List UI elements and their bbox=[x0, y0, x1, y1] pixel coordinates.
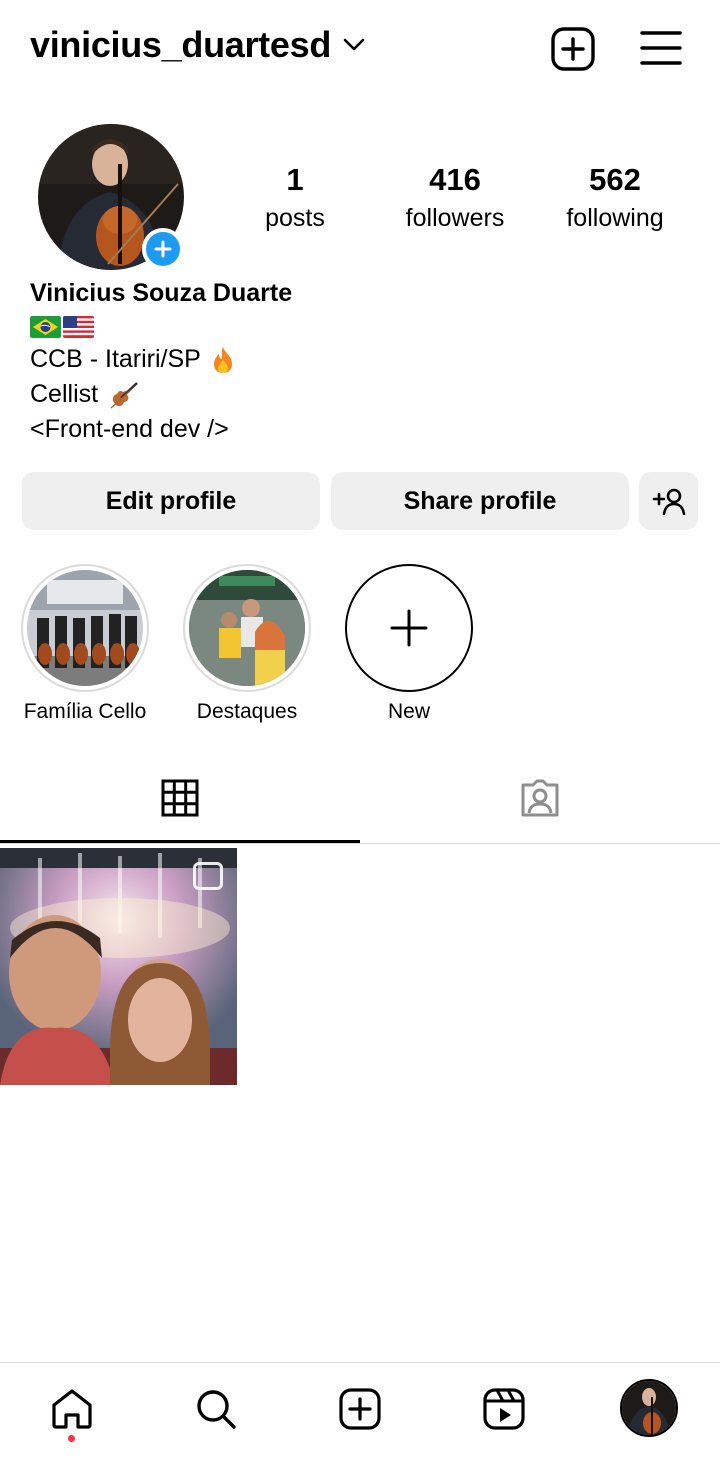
posts-count: 1 bbox=[286, 162, 304, 197]
add-story-icon[interactable] bbox=[142, 228, 184, 270]
highlight-label: New bbox=[387, 700, 430, 723]
chevron-down-icon[interactable] bbox=[343, 38, 365, 57]
highlight-cover bbox=[189, 570, 305, 686]
edit-profile-button[interactable]: Edit profile bbox=[22, 472, 320, 530]
following-label: following bbox=[566, 204, 664, 232]
nav-search[interactable] bbox=[192, 1385, 240, 1433]
bottom-nav bbox=[0, 1362, 720, 1464]
bio-line-role: Cellist bbox=[30, 377, 690, 412]
bio-location-text: CCB - Itariri/SP bbox=[30, 345, 201, 373]
share-profile-button[interactable]: Share profile bbox=[331, 472, 629, 530]
add-person-icon bbox=[652, 488, 685, 515]
posts-label: posts bbox=[265, 204, 325, 232]
followers-label: followers bbox=[405, 204, 505, 232]
username[interactable]: vinicius_duartesd bbox=[30, 24, 331, 66]
violin-icon bbox=[110, 382, 138, 409]
highlight-new[interactable]: New bbox=[345, 564, 473, 724]
highlight-cover bbox=[27, 570, 143, 686]
highlight-ring bbox=[183, 564, 311, 692]
followers-count: 416 bbox=[429, 162, 481, 197]
display-name: Vinicius Souza Duarte bbox=[30, 279, 293, 307]
nav-profile[interactable] bbox=[620, 1379, 678, 1437]
brazil-flag-icon bbox=[30, 316, 61, 338]
home-icon bbox=[52, 1389, 92, 1429]
tab-divider bbox=[0, 843, 720, 844]
bio-role-text: Cellist bbox=[30, 380, 99, 408]
highlight-label: Família Cello bbox=[23, 700, 147, 723]
following-count: 562 bbox=[589, 162, 641, 197]
usa-flag-icon bbox=[63, 316, 94, 338]
menu-icon[interactable] bbox=[640, 28, 682, 73]
highlight-destaques[interactable]: Destaques bbox=[183, 564, 311, 724]
multi-post-icon bbox=[193, 862, 223, 890]
top-bar: vinicius_duartesd bbox=[0, 0, 720, 100]
search-icon bbox=[197, 1390, 236, 1429]
create-icon bbox=[339, 1388, 381, 1430]
tab-tagged[interactable] bbox=[360, 752, 720, 844]
profile-avatar[interactable] bbox=[38, 124, 184, 270]
reels-icon bbox=[483, 1388, 525, 1430]
tab-posts-grid[interactable] bbox=[0, 752, 360, 844]
followers-stat[interactable]: 416 followers bbox=[380, 162, 530, 234]
highlight-familia-cello[interactable]: Família Cello bbox=[21, 564, 149, 724]
nav-create[interactable] bbox=[336, 1385, 384, 1433]
profile-avatar-icon bbox=[622, 1381, 676, 1435]
nav-reels[interactable] bbox=[480, 1385, 528, 1433]
bio-line-dev: <Front-end dev /> bbox=[30, 415, 229, 443]
flags bbox=[30, 312, 690, 342]
account-switcher[interactable]: vinicius_duartesd bbox=[30, 24, 365, 66]
highlight-label: Destaques bbox=[196, 700, 298, 723]
notification-dot bbox=[68, 1435, 75, 1442]
bio-line-location: CCB - Itariri/SP bbox=[30, 342, 690, 377]
nav-home[interactable] bbox=[48, 1385, 96, 1433]
plus-icon bbox=[390, 609, 428, 647]
fire-icon bbox=[214, 347, 233, 374]
tagged-icon bbox=[521, 779, 559, 817]
discover-people-button[interactable] bbox=[639, 472, 698, 530]
following-stat[interactable]: 562 following bbox=[540, 162, 690, 234]
bio: Vinicius Souza Duarte CCB - Itariri/SP C… bbox=[30, 278, 690, 447]
highlight-ring bbox=[21, 564, 149, 692]
new-highlight-ring bbox=[345, 564, 473, 692]
create-post-icon[interactable] bbox=[550, 26, 596, 77]
post-thumbnail[interactable] bbox=[0, 848, 237, 1085]
posts-stat[interactable]: 1 posts bbox=[220, 162, 370, 234]
grid-icon bbox=[161, 779, 199, 817]
